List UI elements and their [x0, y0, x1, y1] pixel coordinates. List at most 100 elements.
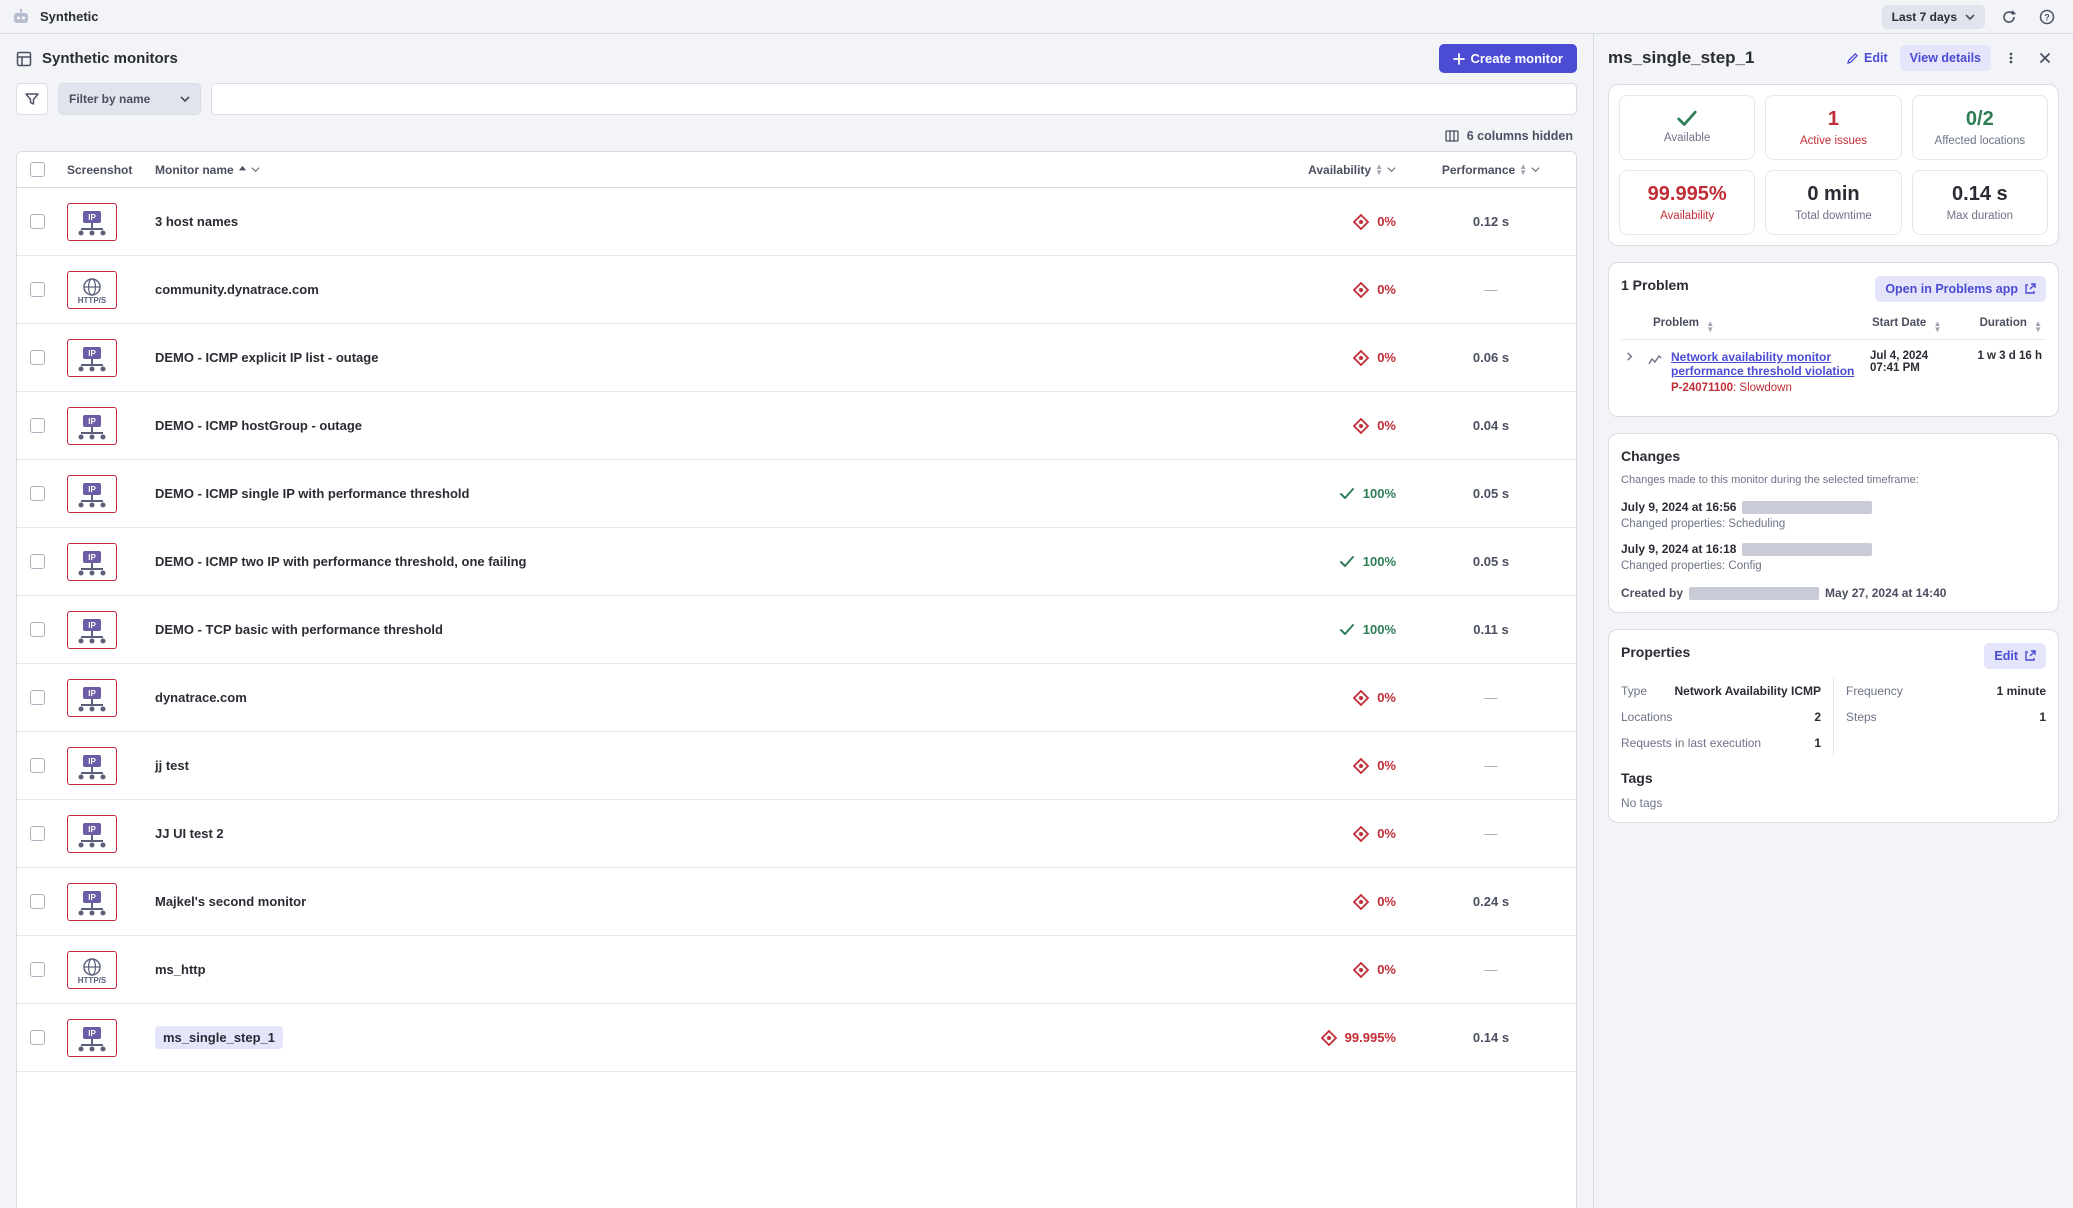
- row-checkbox[interactable]: [30, 962, 45, 977]
- row-checkbox[interactable]: [30, 826, 45, 841]
- row-checkbox[interactable]: [30, 622, 45, 637]
- ip-icon: [73, 1023, 111, 1053]
- row-checkbox[interactable]: [30, 350, 45, 365]
- table-row[interactable]: Majkel's second monitor 0% 0.24 s: [17, 868, 1576, 936]
- problem-col-problem[interactable]: Problem ▲▼: [1625, 317, 1866, 333]
- tags-empty: No tags: [1621, 796, 2046, 810]
- open-in-problems-button[interactable]: Open in Problems app: [1875, 276, 2046, 302]
- table-row[interactable]: DEMO - ICMP two IP with performance thre…: [17, 528, 1576, 596]
- check-icon: [1339, 622, 1355, 638]
- monitor-thumbnail: [67, 339, 117, 377]
- monitor-thumbnail: [67, 543, 117, 581]
- ip-icon: [73, 411, 111, 441]
- performance-value: —: [1485, 758, 1498, 773]
- sort-icon: ▲▼: [1519, 164, 1527, 176]
- property-key: Locations: [1621, 710, 1672, 724]
- svg-text:?: ?: [2044, 12, 2050, 22]
- columns-hidden-button[interactable]: 6 columns hidden: [1467, 129, 1573, 143]
- close-panel-button[interactable]: [2031, 44, 2059, 72]
- monitor-thumbnail: [67, 611, 117, 649]
- kpi-downtime: 0 min Total downtime: [1765, 170, 1901, 235]
- row-checkbox[interactable]: [30, 894, 45, 909]
- performance-value: 0.14 s: [1473, 1030, 1509, 1045]
- monitor-thumbnail: [67, 407, 117, 445]
- row-checkbox[interactable]: [30, 282, 45, 297]
- table-row[interactable]: dynatrace.com 0% —: [17, 664, 1576, 732]
- problem-col-start[interactable]: Start Date ▲▼: [1872, 317, 1958, 333]
- property-row: TypeNetwork Availability ICMP: [1621, 678, 1821, 704]
- row-checkbox[interactable]: [30, 758, 45, 773]
- refresh-button[interactable]: [1995, 3, 2023, 31]
- warning-diamond-icon: [1353, 690, 1369, 706]
- table-row[interactable]: ms_http 0% —: [17, 936, 1576, 1004]
- table-row[interactable]: ms_single_step_1 99.995% 0.14 s: [17, 1004, 1576, 1072]
- problem-id: P-24071100: Slowdown: [1671, 382, 1862, 394]
- dots-vertical-icon: [2004, 51, 2018, 65]
- row-checkbox[interactable]: [30, 554, 45, 569]
- problem-start-date: Jul 4, 202407:41 PM: [1870, 350, 1956, 374]
- problem-col-duration[interactable]: Duration ▲▼: [1964, 317, 2042, 333]
- col-header-screenshot[interactable]: Screenshot: [57, 163, 145, 177]
- help-icon: ?: [2039, 9, 2055, 25]
- monitor-name: Majkel's second monitor: [155, 894, 306, 909]
- filter-button[interactable]: [16, 83, 48, 115]
- create-monitor-button[interactable]: Create monitor: [1439, 44, 1577, 73]
- table-row[interactable]: jj test 0% —: [17, 732, 1576, 800]
- help-button[interactable]: ?: [2033, 3, 2061, 31]
- performance-value: —: [1485, 962, 1498, 977]
- kpi-affected-locations: 0/2 Affected locations: [1912, 95, 2048, 160]
- edit-monitor-button[interactable]: Edit: [1840, 47, 1894, 69]
- monitor-thumbnail: [67, 747, 117, 785]
- properties-card: Properties Edit TypeNetwork Availability…: [1608, 629, 2059, 823]
- kpi-max-duration: 0.14 s Max duration: [1912, 170, 2048, 235]
- row-checkbox[interactable]: [30, 486, 45, 501]
- monitor-name: dynatrace.com: [155, 690, 247, 705]
- more-actions-button[interactable]: [1997, 44, 2025, 72]
- https-icon: [73, 275, 111, 305]
- monitors-table: Screenshot Monitor name Availability ▲▼ …: [16, 151, 1577, 1208]
- warning-diamond-icon: [1353, 282, 1369, 298]
- pencil-icon: [1846, 52, 1859, 65]
- table-row[interactable]: DEMO - TCP basic with performance thresh…: [17, 596, 1576, 664]
- col-header-performance[interactable]: Performance ▲▼: [1406, 163, 1576, 177]
- ip-icon: [73, 887, 111, 917]
- row-checkbox[interactable]: [30, 690, 45, 705]
- changes-card: Changes Changes made to this monitor dur…: [1608, 433, 2059, 613]
- problem-row[interactable]: Network availability monitor performance…: [1621, 340, 2046, 404]
- change-description: Changed properties: Scheduling: [1621, 518, 2046, 530]
- table-row[interactable]: 3 host names 0% 0.12 s: [17, 188, 1576, 256]
- monitor-name: DEMO - ICMP single IP with performance t…: [155, 486, 469, 501]
- view-details-button[interactable]: View details: [1900, 45, 1991, 71]
- row-checkbox[interactable]: [30, 418, 45, 433]
- expand-toggle[interactable]: [1625, 350, 1639, 361]
- app-title: Synthetic: [40, 9, 1872, 24]
- monitor-name: DEMO - ICMP two IP with performance thre…: [155, 554, 527, 569]
- property-row: Locations2: [1621, 704, 1821, 730]
- availability-value: 0%: [1353, 214, 1396, 230]
- sort-icon: ▲▼: [1706, 321, 1714, 333]
- ip-icon: [73, 615, 111, 645]
- table-row[interactable]: community.dynatrace.com 0% —: [17, 256, 1576, 324]
- table-row[interactable]: DEMO - ICMP explicit IP list - outage 0%…: [17, 324, 1576, 392]
- table-row[interactable]: DEMO - ICMP single IP with performance t…: [17, 460, 1576, 528]
- row-checkbox[interactable]: [30, 214, 45, 229]
- row-checkbox[interactable]: [30, 1030, 45, 1045]
- monitor-thumbnail: [67, 951, 117, 989]
- filter-by-name-dropdown[interactable]: Filter by name: [58, 83, 201, 115]
- edit-properties-button[interactable]: Edit: [1984, 643, 2046, 669]
- check-icon: [1339, 554, 1355, 570]
- problem-link[interactable]: Network availability monitor performance…: [1671, 350, 1854, 378]
- table-row[interactable]: DEMO - ICMP hostGroup - outage 0% 0.04 s: [17, 392, 1576, 460]
- col-header-name[interactable]: Monitor name: [145, 163, 1206, 177]
- col-header-availability[interactable]: Availability ▲▼: [1206, 163, 1406, 177]
- table-row[interactable]: JJ UI test 2 0% —: [17, 800, 1576, 868]
- availability-value: 0%: [1353, 758, 1396, 774]
- problem-duration: 1 w 3 d 16 h: [1964, 350, 2042, 362]
- time-range-picker[interactable]: Last 7 days: [1882, 5, 1985, 29]
- page-title: Synthetic monitors: [42, 50, 1429, 67]
- select-all-checkbox[interactable]: [30, 162, 45, 177]
- change-timestamp: July 9, 2024 at 16:18: [1621, 542, 1736, 556]
- property-row: Frequency1 minute: [1846, 678, 2046, 704]
- filter-text-input[interactable]: [211, 83, 1577, 115]
- problem-type-icon: [1647, 350, 1663, 368]
